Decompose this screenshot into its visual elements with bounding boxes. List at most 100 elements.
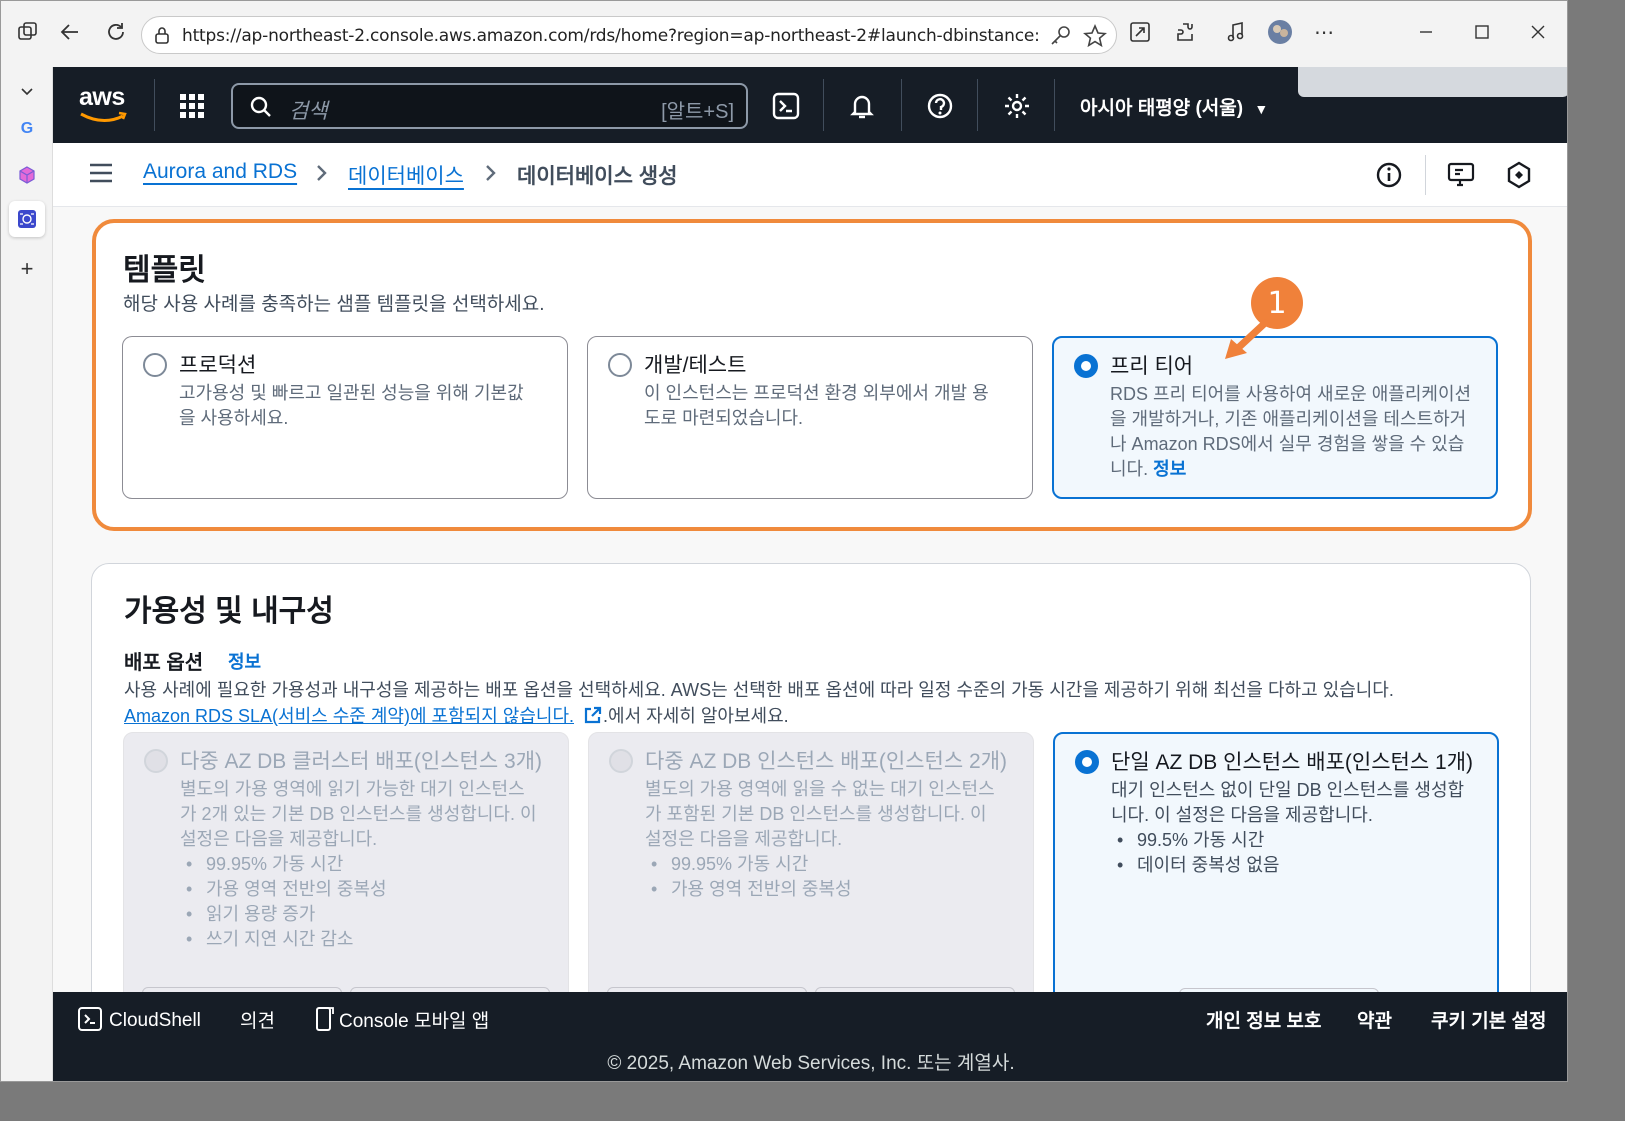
package-tab-icon[interactable] [9, 157, 45, 193]
aws-logo[interactable]: aws [79, 83, 127, 122]
profile-avatar-icon[interactable] [1263, 15, 1297, 49]
annotation-arrow-icon [1225, 319, 1269, 359]
address-bar[interactable]: https://ap-northeast-2.console.aws.amazo… [141, 16, 1117, 54]
footer-mobile-app[interactable]: Console 모바일 앱 [315, 1006, 489, 1033]
sla-link[interactable]: Amazon RDS SLA(서비스 수준 계약)에 포함되지 않습니다. [124, 706, 574, 726]
breadcrumb: Aurora and RDS 데이터베이스 데이터베이스 생성 [53, 143, 1567, 207]
footer-cloudshell-label: CloudShell [109, 1010, 201, 1031]
desc-line: 대기 인스턴스 없이 단일 DB 인스턴스를 생성합 [1111, 780, 1465, 800]
cloudshell-icon [78, 1007, 102, 1031]
help-icon[interactable] [925, 91, 955, 121]
availability-panel: 가용성 및 내구성 배포 옵션 정보 사용 사례에 필요한 가용성과 내구성을 … [91, 563, 1531, 992]
header-divider [1054, 79, 1055, 131]
info-panel-icon[interactable] [1375, 161, 1403, 189]
search-input[interactable]: 검색 [알트+S] [231, 83, 748, 129]
desc-line: 설정은 다음을 제공합니다. [180, 829, 378, 849]
vertical-tab-strip: G + [1, 67, 53, 1081]
region-label: 아시아 태평양 (서울) [1080, 98, 1244, 119]
highlight-box [92, 219, 1532, 531]
lock-icon [155, 27, 169, 44]
external-link-icon[interactable] [583, 706, 603, 724]
deploy-multi-az-cluster[interactable]: 다중 AZ DB 클러스터 배포(인스턴스 3개) 별도의 가용 영역에 읽기 … [123, 732, 569, 992]
maximize-icon[interactable] [1465, 15, 1499, 49]
deploy-multi-az-cluster-title: 다중 AZ DB 클러스터 배포(인스턴스 3개) [180, 750, 543, 773]
feature-bullet: 쓰기 지연 시간 감소 [180, 927, 537, 952]
search-placeholder: 검색 [289, 100, 328, 123]
deploy-single-az-instance[interactable]: 단일 AZ DB 인스턴스 배포(인스턴스 1개) 대기 인스턴스 없이 단일 … [1053, 732, 1499, 992]
desc-line: 설정은 다음을 제공합니다. [645, 829, 843, 849]
footer-copyright: © 2025, Amazon Web Services, Inc. 또는 계열사… [607, 1053, 1015, 1074]
footer-mobile-app-label: Console 모바일 앱 [339, 1011, 490, 1032]
minimize-icon[interactable] [1409, 15, 1443, 49]
browser-toolbar: https://ap-northeast-2.console.aws.amazo… [1, 1, 1567, 67]
feature-bullet: 가용 영역 전반의 중복성 [645, 877, 995, 902]
footer-terms[interactable]: 약관 [1357, 1006, 1392, 1033]
footer-privacy[interactable]: 개인 정보 보호 [1206, 1006, 1321, 1033]
aws-logo-text: aws [79, 83, 125, 111]
browser-window: https://ap-northeast-2.console.aws.amazo… [0, 0, 1568, 1082]
feature-bullet: 가용 영역 전반의 중복성 [180, 877, 537, 902]
deploy-multi-az-instance[interactable]: 다중 AZ DB 인스턴스 배포(인스턴스 2개) 별도의 가용 영역에 읽을 … [588, 732, 1034, 992]
header-divider [901, 79, 902, 131]
desc-line: 별도의 가용 영역에 읽을 수 없는 대기 인스턴스 [645, 779, 995, 799]
media-control-icon[interactable] [1219, 15, 1253, 49]
settings-hexagon-icon[interactable] [1505, 161, 1533, 189]
split-screen-icon[interactable] [1123, 15, 1157, 49]
favorite-star-icon[interactable] [1082, 23, 1108, 49]
breadcrumb-databases[interactable]: 데이터베이스 [348, 160, 464, 190]
deploy-description: 사용 사례에 필요한 가용성과 내구성을 제공하는 배포 옵션을 선택하세요. … [124, 680, 1394, 700]
footer-cookies[interactable]: 쿠키 기본 설정 [1431, 1006, 1546, 1033]
new-tab-icon[interactable]: + [9, 251, 45, 287]
console-footer: CloudShell 의견 Console 모바일 앱 개인 정보 보호 약관 … [53, 992, 1567, 1081]
desc-line: 니다. 이 설정은 다음을 제공합니다. [1111, 805, 1373, 825]
back-icon[interactable] [53, 15, 87, 49]
footer-feedback[interactable]: 의견 [240, 1006, 275, 1033]
deploy-single-az-instance-title: 단일 AZ DB 인스턴스 배포(인스턴스 1개) [1111, 751, 1474, 774]
collapse-tabs-icon[interactable] [9, 73, 45, 109]
close-window-icon[interactable] [1521, 15, 1555, 49]
tab-actions-icon[interactable] [11, 15, 45, 49]
availability-title: 가용성 및 내구성 [124, 595, 334, 628]
aws-top-nav: aws 검색 [알트+S] 아시아 태평양 (서울) ▼ [53, 67, 1567, 143]
feature-bullet: 99.5% 가동 시간 [1111, 828, 1464, 853]
sla-suffix: .에서 자세히 알아보세요. [603, 706, 789, 726]
notifications-bell-icon[interactable] [847, 91, 877, 121]
aws-smile-icon [80, 111, 127, 122]
main-content: 템플릿 해당 사용 사례를 충족하는 샘플 템플릿을 선택하세요. 프로덕션 고… [53, 207, 1567, 992]
search-icon [250, 96, 271, 117]
header-divider [154, 79, 155, 131]
search-shortcut: [알트+S] [661, 101, 734, 123]
services-grid-icon[interactable] [177, 91, 207, 121]
header-divider [823, 79, 824, 131]
deploy-info-link[interactable]: 정보 [228, 648, 261, 674]
feature-bullet: 읽기 용량 증가 [180, 902, 537, 927]
caret-down-icon: ▼ [1254, 101, 1269, 117]
rds-tab-icon[interactable] [9, 201, 45, 237]
feature-bullet: 데이터 중복성 없음 [1111, 853, 1464, 878]
feature-bullet: 99.95% 가동 시간 [645, 852, 995, 877]
chevron-right-icon [484, 163, 498, 189]
google-tab-icon[interactable]: G [9, 111, 45, 147]
more-options-icon[interactable]: ⋯ [1307, 15, 1341, 49]
radio-multi-az-instance[interactable] [609, 749, 633, 773]
region-selector[interactable]: 아시아 태평양 (서울) ▼ [1080, 93, 1268, 120]
radio-single-az-instance[interactable] [1075, 750, 1099, 774]
cloudshell-icon[interactable] [771, 91, 801, 121]
header-overlay-tab [1298, 67, 1567, 97]
desc-line: 별도의 가용 영역에 읽기 가능한 대기 인스턴스 [180, 779, 525, 799]
deploy-multi-az-instance-title: 다중 AZ DB 인스턴스 배포(인스턴스 2개) [645, 750, 1008, 773]
radio-multi-az-cluster[interactable] [144, 749, 168, 773]
breadcrumb-aurora-rds[interactable]: Aurora and RDS [143, 160, 297, 184]
settings-gear-icon[interactable] [1002, 91, 1032, 121]
deploy-options-label: 배포 옵션 [124, 652, 204, 674]
bc-divider [1425, 155, 1426, 195]
key-icon[interactable] [1047, 23, 1073, 49]
feedback-screen-icon[interactable] [1447, 161, 1475, 189]
extensions-icon[interactable] [1169, 15, 1203, 49]
sla-line: Amazon RDS SLA(서비스 수준 계약)에 포함되지 않습니다. .에… [124, 702, 789, 728]
feature-bullet: 99.95% 가동 시간 [180, 852, 537, 877]
footer-cloudshell[interactable]: CloudShell [77, 1006, 201, 1032]
breadcrumb-current: 데이터베이스 생성 [517, 165, 678, 188]
menu-hamburger-icon[interactable] [89, 163, 113, 183]
refresh-icon[interactable] [99, 15, 133, 49]
